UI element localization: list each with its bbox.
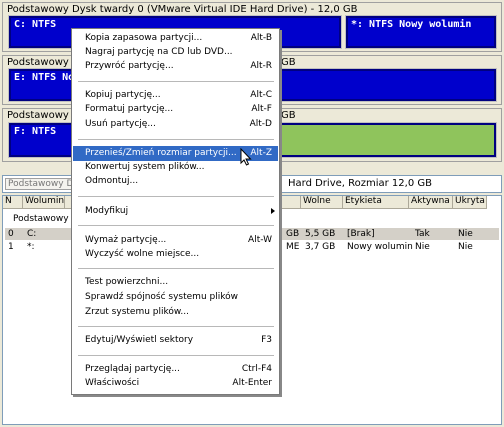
- menu-separator: [78, 225, 274, 226]
- menu-item-check-fs[interactable]: Sprawdź spójność systemu plików: [73, 290, 278, 305]
- menu-separator: [78, 268, 274, 269]
- menu-item-edit-sectors[interactable]: Edytuj/Wyświetl sektory F3: [73, 333, 278, 348]
- menu-item-label: Przenieś/Zmień rozmiar partycji...: [85, 148, 237, 158]
- menu-item-label: Edytuj/Wyświetl sektory: [85, 335, 194, 345]
- column-header-n[interactable]: N: [3, 196, 23, 209]
- menu-item-unmount[interactable]: Odmontuj...: [73, 174, 278, 189]
- submenu-arrow-icon: [271, 208, 275, 214]
- menu-item-delete[interactable]: Usuń partycję... Alt-D: [73, 117, 278, 132]
- cell-size: ME: [286, 242, 300, 252]
- cell-volume: *:: [27, 242, 35, 252]
- menu-item-label: Kopiuj partycję...: [85, 90, 161, 100]
- menu-item-shortcut: Alt-R: [250, 61, 272, 71]
- cell-n: 1: [8, 242, 14, 252]
- cell-label: [Brak]: [347, 229, 375, 239]
- partition-new-volume[interactable]: *: NTFS Nowy wolumin: [345, 15, 497, 49]
- disk-info-text: Hard Drive, Rozmiar 12,0 GB: [288, 178, 432, 189]
- menu-item-shortcut: Alt-W: [248, 235, 272, 245]
- menu-item-label: Wyczyść wolne miejsce...: [85, 249, 200, 259]
- cell-free: 5,5 GB: [305, 229, 336, 239]
- menu-item-backup[interactable]: Kopia zapasowa partycji... Alt-B: [73, 31, 278, 46]
- menu-separator: [78, 196, 274, 197]
- menu-item-label: Wymaż partycję...: [85, 235, 167, 245]
- column-header-label[interactable]: Etykieta: [343, 196, 409, 209]
- menu-item-label: Modyfikuj: [85, 206, 129, 216]
- disk-title-tail: GB: [281, 57, 296, 68]
- column-header-hidden[interactable]: Ukryta: [453, 196, 487, 209]
- menu-separator: [78, 81, 274, 82]
- menu-item-shortcut: Alt-B: [250, 33, 272, 43]
- menu-item-shortcut: Alt-C: [250, 90, 272, 100]
- disk-title: Podstawowy Dysk twardy 0 (VMware Virtual…: [7, 4, 358, 15]
- menu-item-label: Przeglądaj partycję...: [85, 364, 180, 374]
- partition-context-menu: Kopia zapasowa partycji... Alt-B Nagraj …: [71, 28, 280, 395]
- menu-item-surface-test[interactable]: Test powierzchni...: [73, 275, 278, 290]
- menu-item-shortcut: Ctrl-F4: [241, 364, 272, 374]
- menu-item-browse[interactable]: Przeglądaj partycję... Ctrl-F4: [73, 362, 278, 377]
- disk-selector[interactable]: Podstawowy Dys: [5, 178, 73, 190]
- cell-hidden: Nie: [458, 242, 473, 252]
- menu-item-label: Odmontuj...: [85, 176, 139, 186]
- menu-item-copy[interactable]: Kopiuj partycję... Alt-C: [73, 88, 278, 103]
- cell-label: Nowy wolumin: [347, 242, 413, 252]
- cell-volume: C:: [27, 229, 37, 239]
- disk-title-tail: GB: [281, 110, 296, 121]
- menu-separator: [78, 139, 274, 140]
- cell-size: GB: [286, 229, 300, 239]
- menu-item-label: Zrzut systemu plików...: [85, 307, 190, 317]
- menu-item-shortcut: Alt-Enter: [232, 378, 272, 388]
- menu-separator: [78, 326, 274, 327]
- cell-active: Tak: [415, 229, 430, 239]
- menu-item-label: Właściwości: [85, 378, 140, 388]
- menu-item-label: Kopia zapasowa partycji...: [85, 33, 203, 43]
- column-header-active[interactable]: Aktywna: [409, 196, 453, 209]
- menu-item-shortcut: Alt-D: [249, 119, 272, 129]
- cell-n: 0: [8, 229, 14, 239]
- menu-item-label: Przywróć partycję...: [85, 61, 174, 71]
- partition-label: F: NTFS: [14, 126, 57, 137]
- cell-free: 3,7 GB: [305, 242, 336, 252]
- menu-item-label: Test powierzchni...: [85, 277, 169, 287]
- partition-label: C: NTFS: [14, 19, 57, 30]
- menu-item-modify[interactable]: Modyfikuj: [73, 204, 278, 219]
- menu-item-dump-fs[interactable]: Zrzut systemu plików...: [73, 305, 278, 320]
- mouse-cursor-icon: [240, 148, 252, 166]
- menu-item-burn-cd[interactable]: Nagraj partycję na CD lub DVD...: [73, 45, 278, 60]
- partition-label: *: NTFS Nowy wolumin: [351, 19, 472, 30]
- menu-item-format[interactable]: Formatuj partycję... Alt-F: [73, 102, 278, 117]
- menu-item-label: Nagraj partycję na CD lub DVD...: [85, 47, 233, 57]
- cell-hidden: Nie: [458, 229, 473, 239]
- menu-item-shortcut: F3: [261, 335, 272, 345]
- menu-item-label: Formatuj partycję...: [85, 104, 174, 114]
- cell-active: Nie: [415, 242, 430, 252]
- column-header-volume[interactable]: Wolumin: [23, 196, 65, 209]
- menu-item-label: Sprawdź spójność systemu plików: [85, 292, 238, 302]
- menu-item-properties[interactable]: Właściwości Alt-Enter: [73, 376, 278, 391]
- column-header-free[interactable]: Wolne: [301, 196, 343, 209]
- menu-item-wipe-free[interactable]: Wyczyść wolne miejsce...: [73, 247, 278, 262]
- menu-item-restore[interactable]: Przywróć partycję... Alt-R: [73, 59, 278, 74]
- menu-item-shortcut: Alt-Z: [250, 148, 272, 158]
- menu-item-shortcut: Alt-F: [251, 104, 272, 114]
- menu-item-wipe[interactable]: Wymaż partycję... Alt-W: [73, 233, 278, 248]
- menu-item-label: Usuń partycję...: [85, 119, 156, 129]
- disk-group-label: Podstawowy D: [13, 214, 79, 224]
- menu-separator: [78, 355, 274, 356]
- menu-item-label: Konwertuj system plików...: [85, 162, 205, 172]
